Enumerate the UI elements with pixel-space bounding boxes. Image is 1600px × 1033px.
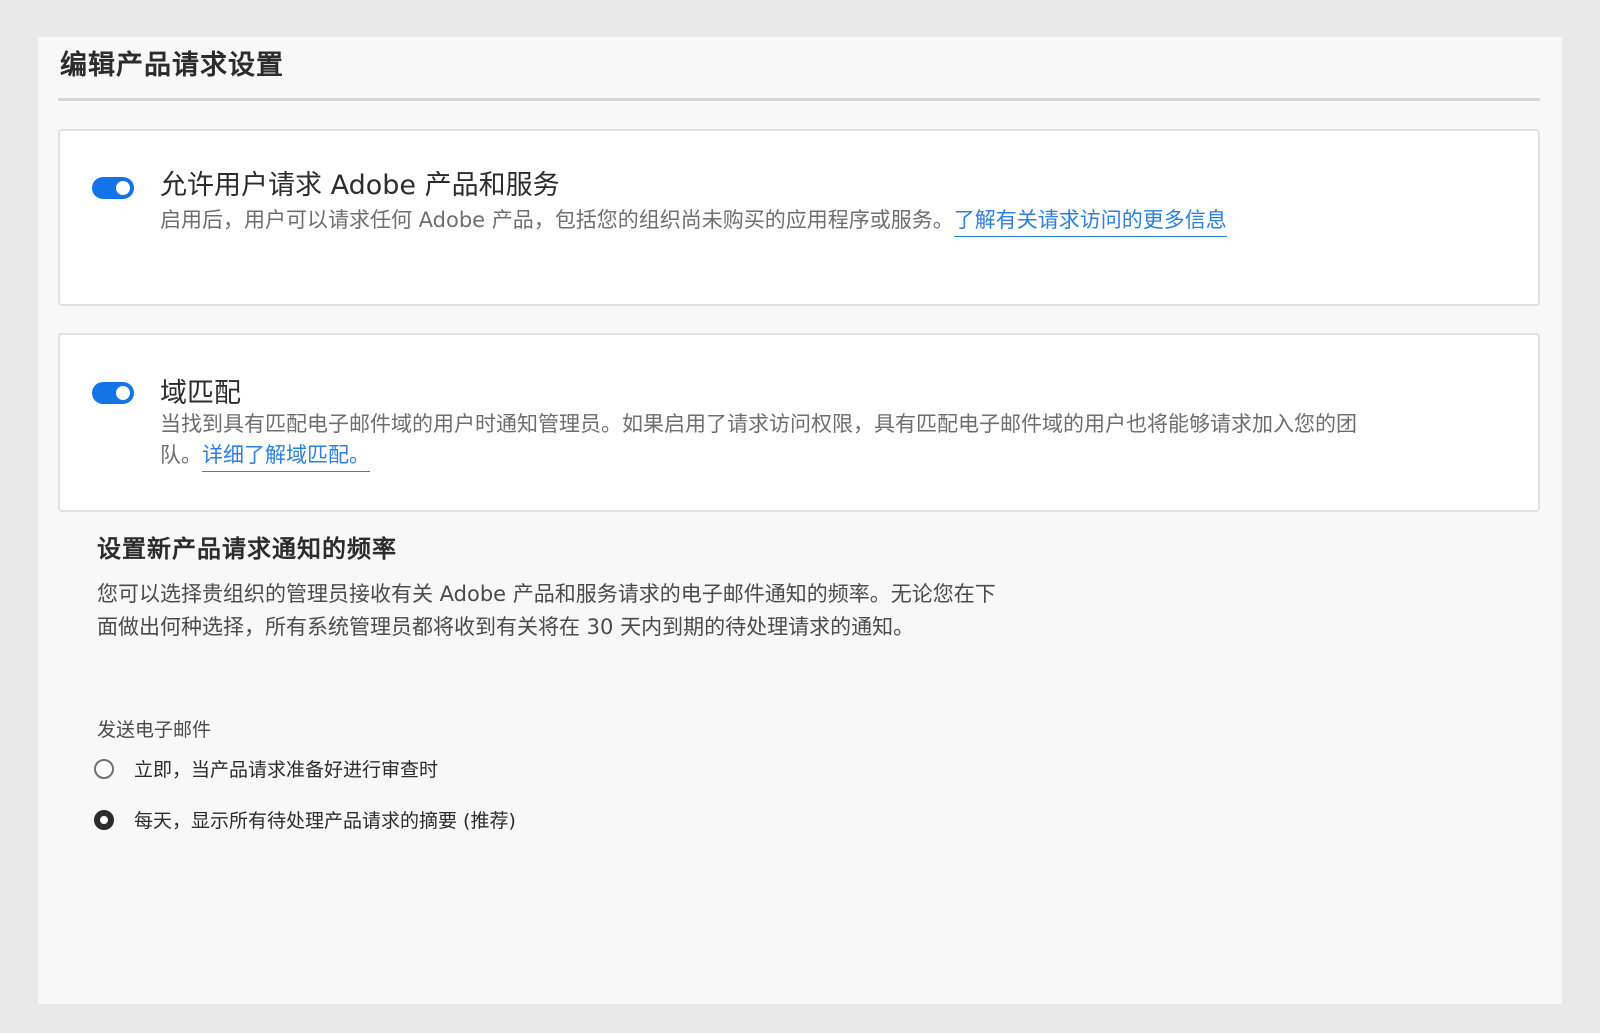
learn-more-request-access-link[interactable]: 了解有关请求访问的更多信息 — [953, 208, 1227, 237]
radio-option-immediately[interactable]: 立即，当产品请求准备好进行审查时 — [94, 755, 438, 782]
frequency-heading: 设置新产品请求通知的频率 — [97, 535, 397, 563]
request-products-toggle[interactable] — [92, 177, 134, 199]
radio-label-immediately: 立即，当产品请求准备好进行审查时 — [134, 759, 439, 781]
request-products-card: 允许用户请求 Adobe 产品和服务 启用后，用户可以请求任何 Adobe 产品… — [58, 129, 1540, 306]
radio-label-daily: 每天，显示所有待处理产品请求的摘要 (推荐) — [134, 810, 516, 832]
frequency-description: 您可以选择贵组织的管理员接收有关 Adobe 产品和服务请求的电子邮件通知的频率… — [97, 582, 996, 639]
domain-matching-toggle[interactable] — [92, 382, 134, 404]
title-divider — [58, 98, 1540, 101]
toggle-knob — [116, 386, 130, 400]
domain-matching-heading: 域匹配 — [160, 378, 241, 409]
domain-matching-card: 域匹配 当找到具有匹配电子邮件域的用户时通知管理员。如果启用了请求访问权限，具有… — [58, 333, 1540, 512]
request-products-description-text: 启用后，用户可以请求任何 Adobe 产品，包括您的组织尚未购买的应用程序或服务… — [160, 208, 954, 232]
toggle-knob — [116, 181, 130, 195]
radio-button-checked[interactable] — [94, 809, 114, 830]
radio-button-unchecked[interactable] — [94, 758, 114, 779]
learn-more-domain-matching-link[interactable]: 详细了解域匹配。 — [202, 443, 370, 472]
radio-option-daily[interactable]: 每天，显示所有待处理产品请求的摘要 (推荐) — [94, 806, 516, 833]
page-title: 编辑产品请求设置 — [60, 50, 284, 81]
settings-panel: 编辑产品请求设置 允许用户请求 Adobe 产品和服务 启用后，用户可以请求任何… — [38, 37, 1562, 1004]
domain-matching-description: 当找到具有匹配电子邮件域的用户时通知管理员。如果启用了请求访问权限，具有匹配电子… — [160, 409, 1360, 472]
send-email-label: 发送电子邮件 — [97, 719, 212, 741]
request-products-description: 启用后，用户可以请求任何 Adobe 产品，包括您的组织尚未购买的应用程序或服务… — [160, 205, 1490, 237]
request-products-heading: 允许用户请求 Adobe 产品和服务 — [160, 170, 560, 201]
